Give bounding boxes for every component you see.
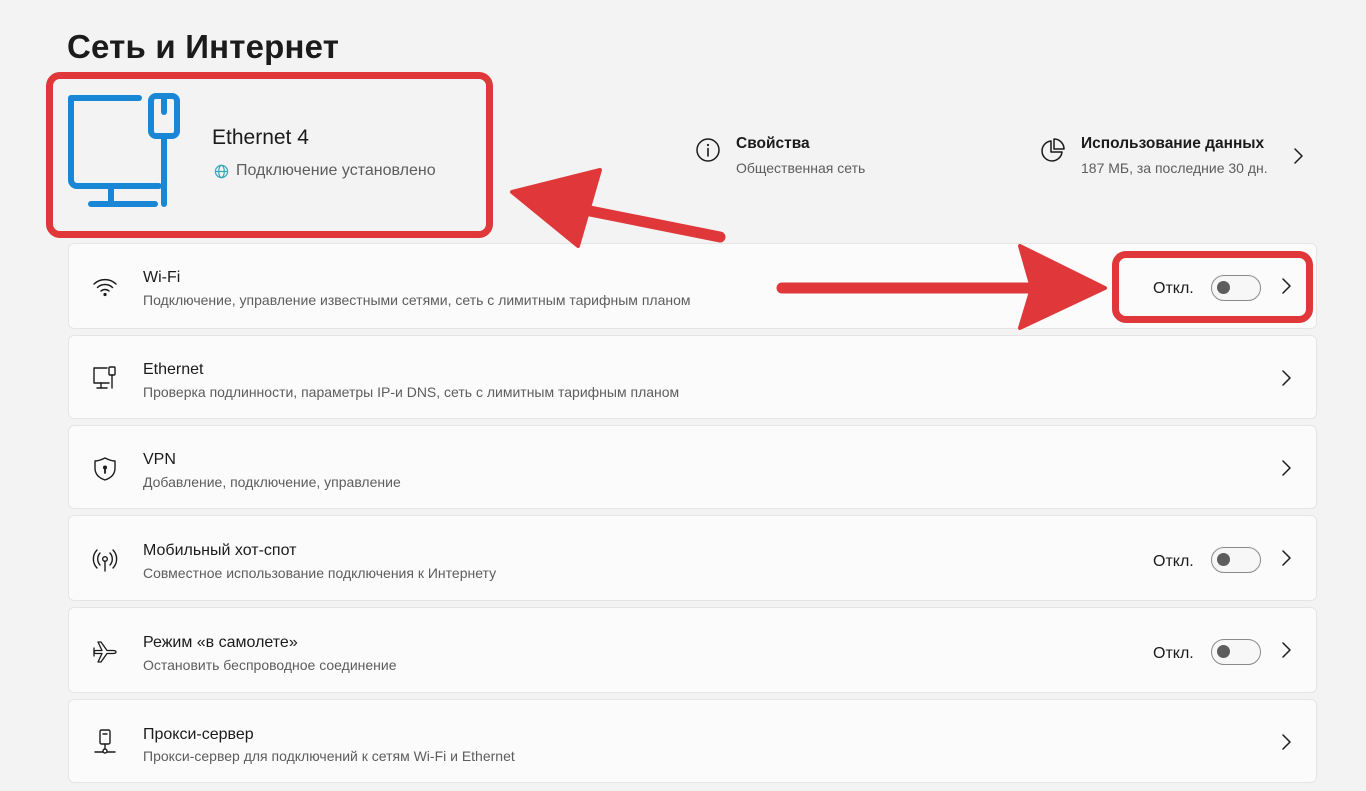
ethernet-subtitle: Проверка подлинности, параметры IP-и DNS… <box>143 384 680 400</box>
wifi-icon <box>93 278 117 297</box>
chevron-right-icon[interactable] <box>1279 368 1293 388</box>
pie-chart-icon <box>1041 138 1065 162</box>
wifi-toggle-label: Откл. <box>1153 280 1194 297</box>
proxy-title: Прокси-сервер <box>143 726 254 743</box>
connection-status-text: Подключение установлено <box>236 162 436 179</box>
hotspot-subtitle: Совместное использование подключения к И… <box>143 565 497 581</box>
airplane-subtitle: Остановить беспроводное соединение <box>143 657 397 673</box>
settings-item-vpn[interactable]: VPN Добавление, подключение, управление <box>68 425 1317 509</box>
toggle-knob <box>1217 281 1230 294</box>
connection-hero[interactable]: Ethernet 4 Подключение установлено <box>46 72 493 238</box>
globe-icon <box>214 164 229 178</box>
data-usage-title: Использование данных <box>1081 135 1265 152</box>
data-usage-link[interactable]: Использование данных 187 МБ, за последни… <box>1040 134 1268 176</box>
hotspot-toggle[interactable] <box>1211 547 1261 573</box>
chevron-right-icon[interactable] <box>1279 458 1293 478</box>
shield-icon <box>94 457 116 481</box>
airplane-icon <box>93 641 117 663</box>
info-icon <box>696 138 720 162</box>
hotspot-icon <box>92 549 118 572</box>
connection-status: Подключение установлено <box>214 162 436 180</box>
airplane-toggle-label: Откл. <box>1153 645 1194 662</box>
chevron-right-icon[interactable] <box>1279 732 1293 752</box>
toggle-knob <box>1217 645 1230 658</box>
annotation-arrow-left <box>554 199 726 243</box>
settings-item-wifi[interactable]: Wi-Fi Подключение, управление известными… <box>68 243 1317 329</box>
proxy-icon <box>94 729 116 754</box>
chevron-right-icon[interactable] <box>1291 146 1305 166</box>
connection-name: Ethernet 4 <box>212 126 309 149</box>
settings-item-airplane-mode[interactable]: Режим «в самолете» Остановить беспроводн… <box>68 607 1317 693</box>
vpn-subtitle: Добавление, подключение, управление <box>143 474 401 490</box>
data-usage-subtitle: 187 МБ, за последние 30 дн. <box>1081 160 1268 176</box>
monitor-ethernet-icon <box>68 93 180 207</box>
wifi-toggle[interactable] <box>1211 275 1261 301</box>
ethernet-icon <box>93 366 116 389</box>
properties-link[interactable]: Свойства Общественная сеть <box>695 134 865 176</box>
airplane-toggle[interactable] <box>1211 639 1261 665</box>
settings-item-hotspot[interactable]: Мобильный хот-спот Совместное использова… <box>68 515 1317 601</box>
properties-title: Свойства <box>736 135 810 152</box>
ethernet-title: Ethernet <box>143 361 204 378</box>
settings-item-proxy[interactable]: Прокси-сервер Прокси-сервер для подключе… <box>68 699 1317 783</box>
wifi-subtitle: Подключение, управление известными сетям… <box>143 292 691 308</box>
hotspot-toggle-label: Откл. <box>1153 553 1194 570</box>
properties-subtitle: Общественная сеть <box>736 160 866 176</box>
settings-item-ethernet[interactable]: Ethernet Проверка подлинности, параметры… <box>68 335 1317 419</box>
chevron-right-icon[interactable] <box>1279 276 1293 296</box>
chevron-right-icon[interactable] <box>1279 548 1293 568</box>
proxy-subtitle: Прокси-сервер для подключений к сетям Wi… <box>143 748 515 764</box>
page-title: Сеть и Интернет <box>67 28 340 65</box>
toggle-knob <box>1217 553 1230 566</box>
wifi-title: Wi-Fi <box>143 269 181 286</box>
hotspot-title: Мобильный хот-спот <box>143 542 297 559</box>
vpn-title: VPN <box>143 451 176 468</box>
airplane-title: Режим «в самолете» <box>143 634 298 651</box>
chevron-right-icon[interactable] <box>1279 640 1293 660</box>
